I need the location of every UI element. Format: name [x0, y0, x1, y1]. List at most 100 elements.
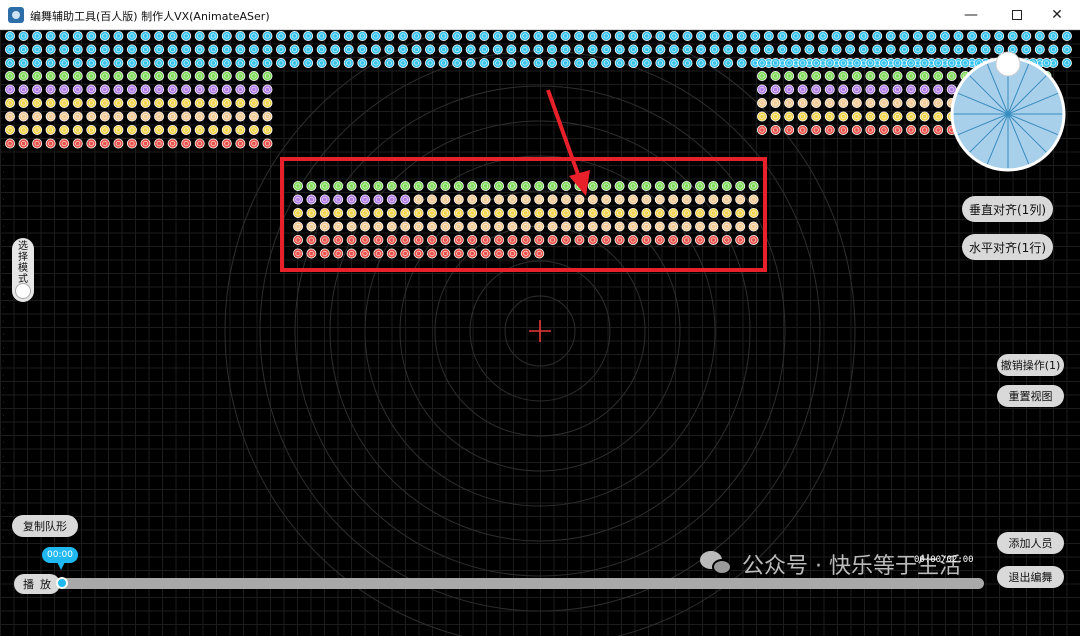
dancer-face-icon[interactable] [248, 111, 259, 122]
dancer-face-icon[interactable] [453, 180, 464, 191]
dancer-face-icon[interactable] [654, 207, 665, 218]
dancer-face-icon[interactable] [221, 138, 232, 149]
dancer-face-icon[interactable] [750, 44, 761, 55]
dancer-face-icon[interactable] [736, 44, 747, 55]
dancer-face-icon[interactable] [668, 180, 679, 191]
dancer-face-icon[interactable] [831, 44, 842, 55]
dancer-face-icon[interactable] [154, 84, 165, 95]
dancer-face-icon[interactable] [59, 71, 70, 82]
dancer-face-icon[interactable] [824, 57, 835, 68]
dancer-face-icon[interactable] [126, 31, 137, 41]
dancer-face-icon[interactable] [221, 44, 232, 55]
dancer-face-icon[interactable] [865, 125, 876, 136]
dancer-face-icon[interactable] [5, 31, 15, 41]
dancer-face-icon[interactable] [933, 125, 944, 136]
dancer-face-icon[interactable] [453, 248, 464, 259]
dancer-face-icon[interactable] [533, 57, 544, 68]
dancer-face-icon[interactable] [438, 31, 449, 41]
dancer-face-icon[interactable] [140, 71, 151, 82]
dancer-face-icon[interactable] [865, 111, 876, 122]
dancer-face-icon[interactable] [72, 98, 83, 109]
dancer-face-icon[interactable] [696, 44, 707, 55]
dancer-face-icon[interactable] [709, 44, 720, 55]
dancer-face-icon[interactable] [440, 207, 451, 218]
dancer-face-icon[interactable] [885, 44, 896, 55]
dancer-face-icon[interactable] [86, 57, 97, 68]
dancer-face-icon[interactable] [45, 84, 56, 95]
dancer-face-icon[interactable] [574, 194, 585, 205]
dancer-face-icon[interactable] [824, 125, 835, 136]
dancer-face-icon[interactable] [235, 31, 246, 41]
dancer-face-icon[interactable] [872, 44, 883, 55]
dancer-face-icon[interactable] [319, 180, 330, 191]
dancer-face-icon[interactable] [784, 125, 795, 136]
dancer-face-icon[interactable] [32, 57, 43, 68]
dancer-face-icon[interactable] [59, 84, 70, 95]
dancer-face-icon[interactable] [628, 194, 639, 205]
dancer-face-icon[interactable] [359, 221, 370, 232]
dancer-face-icon[interactable] [797, 125, 808, 136]
dancer-face-icon[interactable] [386, 221, 397, 232]
dancer-face-icon[interactable] [748, 207, 759, 218]
dancer-face-icon[interactable] [126, 125, 137, 136]
dancer-face-icon[interactable] [906, 125, 917, 136]
dancer-face-icon[interactable] [221, 125, 232, 136]
dancer-face-icon[interactable] [373, 234, 384, 245]
dancer-face-icon[interactable] [86, 138, 97, 149]
dancer-face-icon[interactable] [845, 44, 856, 55]
dancer-face-icon[interactable] [520, 221, 531, 232]
dancer-face-icon[interactable] [306, 248, 317, 259]
dancer-face-icon[interactable] [359, 248, 370, 259]
dancer-face-icon[interactable] [641, 180, 652, 191]
toggle-knob[interactable] [15, 283, 31, 299]
dancer-face-icon[interactable] [668, 44, 679, 55]
dancer-face-icon[interactable] [292, 180, 303, 191]
dancer-face-icon[interactable] [480, 234, 491, 245]
dancer-face-icon[interactable] [708, 234, 719, 245]
dancer-face-icon[interactable] [519, 44, 530, 55]
dancer-face-icon[interactable] [695, 221, 706, 232]
dancer-face-icon[interactable] [480, 248, 491, 259]
dancer-face-icon[interactable] [262, 31, 273, 41]
dancer-face-icon[interactable] [682, 31, 693, 41]
dancer-face-icon[interactable] [99, 98, 110, 109]
dancer-face-icon[interactable] [919, 71, 930, 82]
dancer-face-icon[interactable] [953, 31, 964, 41]
dancer-face-icon[interactable] [784, 71, 795, 82]
dancer-face-icon[interactable] [865, 57, 876, 68]
dancer-face-icon[interactable] [601, 31, 612, 41]
dancer-face-icon[interactable] [330, 57, 341, 68]
dancer-face-icon[interactable] [154, 98, 165, 109]
dancer-face-icon[interactable] [784, 57, 795, 68]
dancer-face-icon[interactable] [370, 44, 381, 55]
dancer-face-icon[interactable] [208, 57, 219, 68]
dancer-face-icon[interactable] [18, 138, 29, 149]
dancer-face-icon[interactable] [397, 31, 408, 41]
dancer-face-icon[interactable] [370, 57, 381, 68]
dancer-face-icon[interactable] [892, 57, 903, 68]
dancer-face-icon[interactable] [248, 31, 259, 41]
dancer-face-icon[interactable] [906, 84, 917, 95]
dancer-face-icon[interactable] [440, 234, 451, 245]
dancer-face-icon[interactable] [453, 194, 464, 205]
dancer-face-icon[interactable] [919, 98, 930, 109]
dancer-face-icon[interactable] [248, 71, 259, 82]
dancer-face-icon[interactable] [763, 44, 774, 55]
dancer-face-icon[interactable] [275, 57, 286, 68]
dancer-face-icon[interactable] [682, 57, 693, 68]
dancer-face-icon[interactable] [851, 98, 862, 109]
minimize-button[interactable]: — [948, 0, 994, 30]
dancer-face-icon[interactable] [507, 207, 518, 218]
dancer-face-icon[interactable] [641, 31, 652, 41]
dancer-face-icon[interactable] [45, 98, 56, 109]
dancer-face-icon[interactable] [411, 57, 422, 68]
dancer-face-icon[interactable] [735, 194, 746, 205]
dancer-face-icon[interactable] [858, 44, 869, 55]
dancer-face-icon[interactable] [721, 234, 732, 245]
dancer-face-icon[interactable] [167, 125, 178, 136]
dancer-face-icon[interactable] [770, 98, 781, 109]
dancer-face-icon[interactable] [248, 125, 259, 136]
dancer-face-icon[interactable] [994, 31, 1005, 41]
dancer-face-icon[interactable] [587, 221, 598, 232]
dancer-face-icon[interactable] [587, 44, 598, 55]
